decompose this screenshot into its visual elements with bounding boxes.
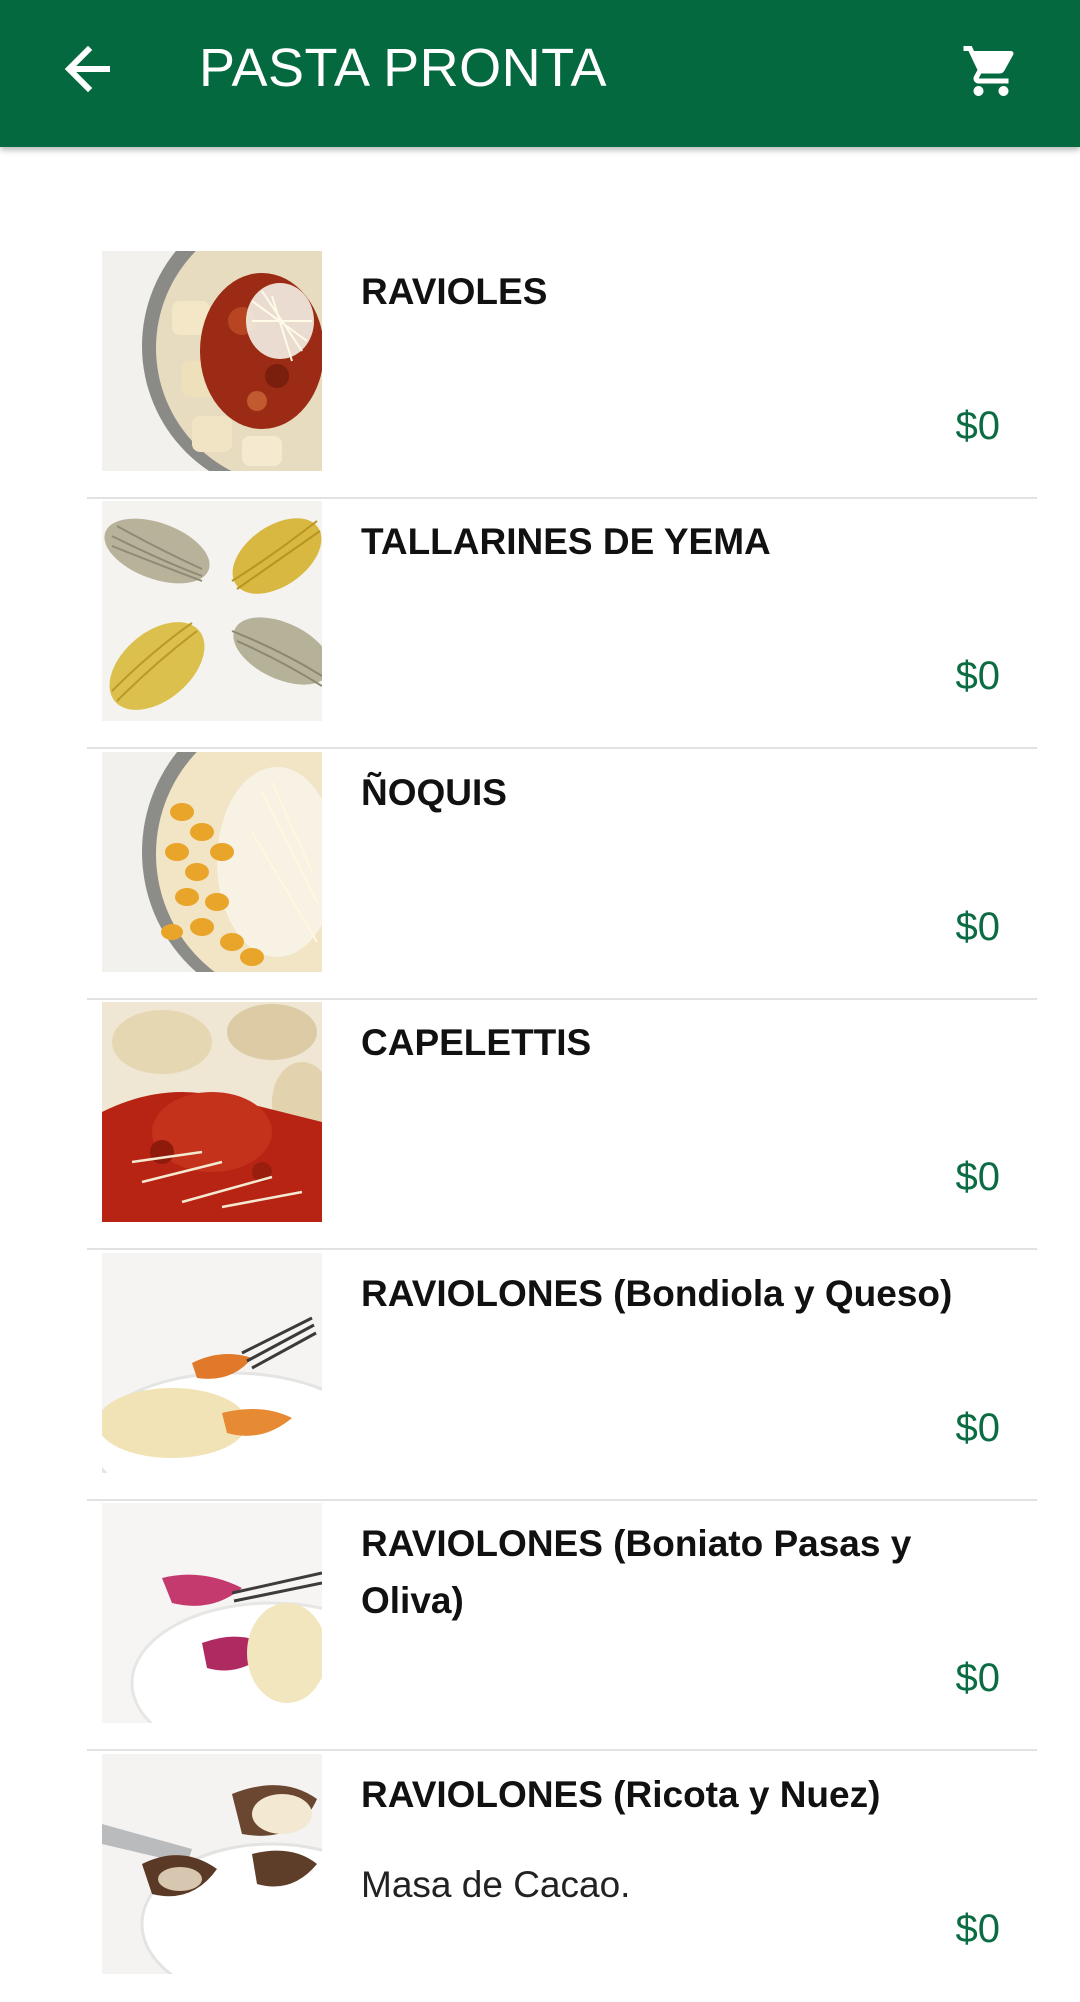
cart-button[interactable] xyxy=(958,38,1024,104)
product-name: RAVIOLONES (Bondiola y Queso) xyxy=(361,1273,953,1314)
product-item-raviolones-bondiola-y-queso[interactable]: RAVIOLONES (Bondiola y Queso) $0 xyxy=(87,1251,1037,1501)
product-item-tallarines-de-yema[interactable]: TALLARINES DE YEMA $0 xyxy=(87,499,1037,749)
product-item-ravioles[interactable]: RAVIOLES $0 xyxy=(87,249,1037,499)
product-price: $0 xyxy=(955,1155,1001,1199)
product-price: $0 xyxy=(955,1656,1001,1700)
product-price: $0 xyxy=(955,1406,1001,1450)
product-name: ÑOQUIS xyxy=(361,772,507,813)
divider xyxy=(87,1749,1037,1751)
product-image-capelettis xyxy=(102,1002,322,1222)
product-item-raviolones-boniato-pasas-y-oliva[interactable]: RAVIOLONES (Boniato Pasas y Oliva) $0 xyxy=(87,1501,1037,1751)
back-button[interactable] xyxy=(60,40,118,98)
product-item-noquis[interactable]: ÑOQUIS $0 xyxy=(87,750,1037,1000)
product-item-capelettis[interactable]: CAPELETTIS $0 xyxy=(87,1000,1037,1250)
product-image-raviolones-boniato xyxy=(102,1503,322,1723)
product-image-raviolones-ricota xyxy=(102,1754,322,1974)
product-image-ravioles xyxy=(102,251,322,471)
app-bar: PASTA PRONTA xyxy=(0,0,1080,147)
product-name: RAVIOLONES (Boniato Pasas y Oliva) xyxy=(361,1523,912,1621)
divider xyxy=(87,747,1037,749)
product-item-raviolones-ricota-y-nuez[interactable]: RAVIOLONES (Ricota y Nuez) Masa de Cacao… xyxy=(87,1752,1037,2002)
product-price: $0 xyxy=(955,404,1001,448)
product-name: TALLARINES DE YEMA xyxy=(361,521,771,562)
page-title: PASTA PRONTA xyxy=(199,38,608,98)
shopping-cart-icon xyxy=(963,46,1014,96)
product-list: RAVIOLES $0 TALLARINES DE YEMA $0 ÑOQUIS… xyxy=(0,0,1080,1974)
product-image-noquis xyxy=(102,752,322,972)
product-description: Masa de Cacao. xyxy=(361,1864,631,1905)
product-price: $0 xyxy=(955,905,1001,949)
product-image-tallarines-de-yema xyxy=(102,501,322,721)
divider xyxy=(87,1248,1037,1250)
product-image-raviolones-bondiola xyxy=(102,1253,322,1473)
product-price: $0 xyxy=(955,1907,1001,1951)
product-name: RAVIOLES xyxy=(361,271,548,312)
product-price: $0 xyxy=(955,654,1001,698)
arrow-left-icon xyxy=(64,46,110,92)
product-name: CAPELETTIS xyxy=(361,1022,592,1063)
product-name: RAVIOLONES (Ricota y Nuez) xyxy=(361,1774,881,1815)
